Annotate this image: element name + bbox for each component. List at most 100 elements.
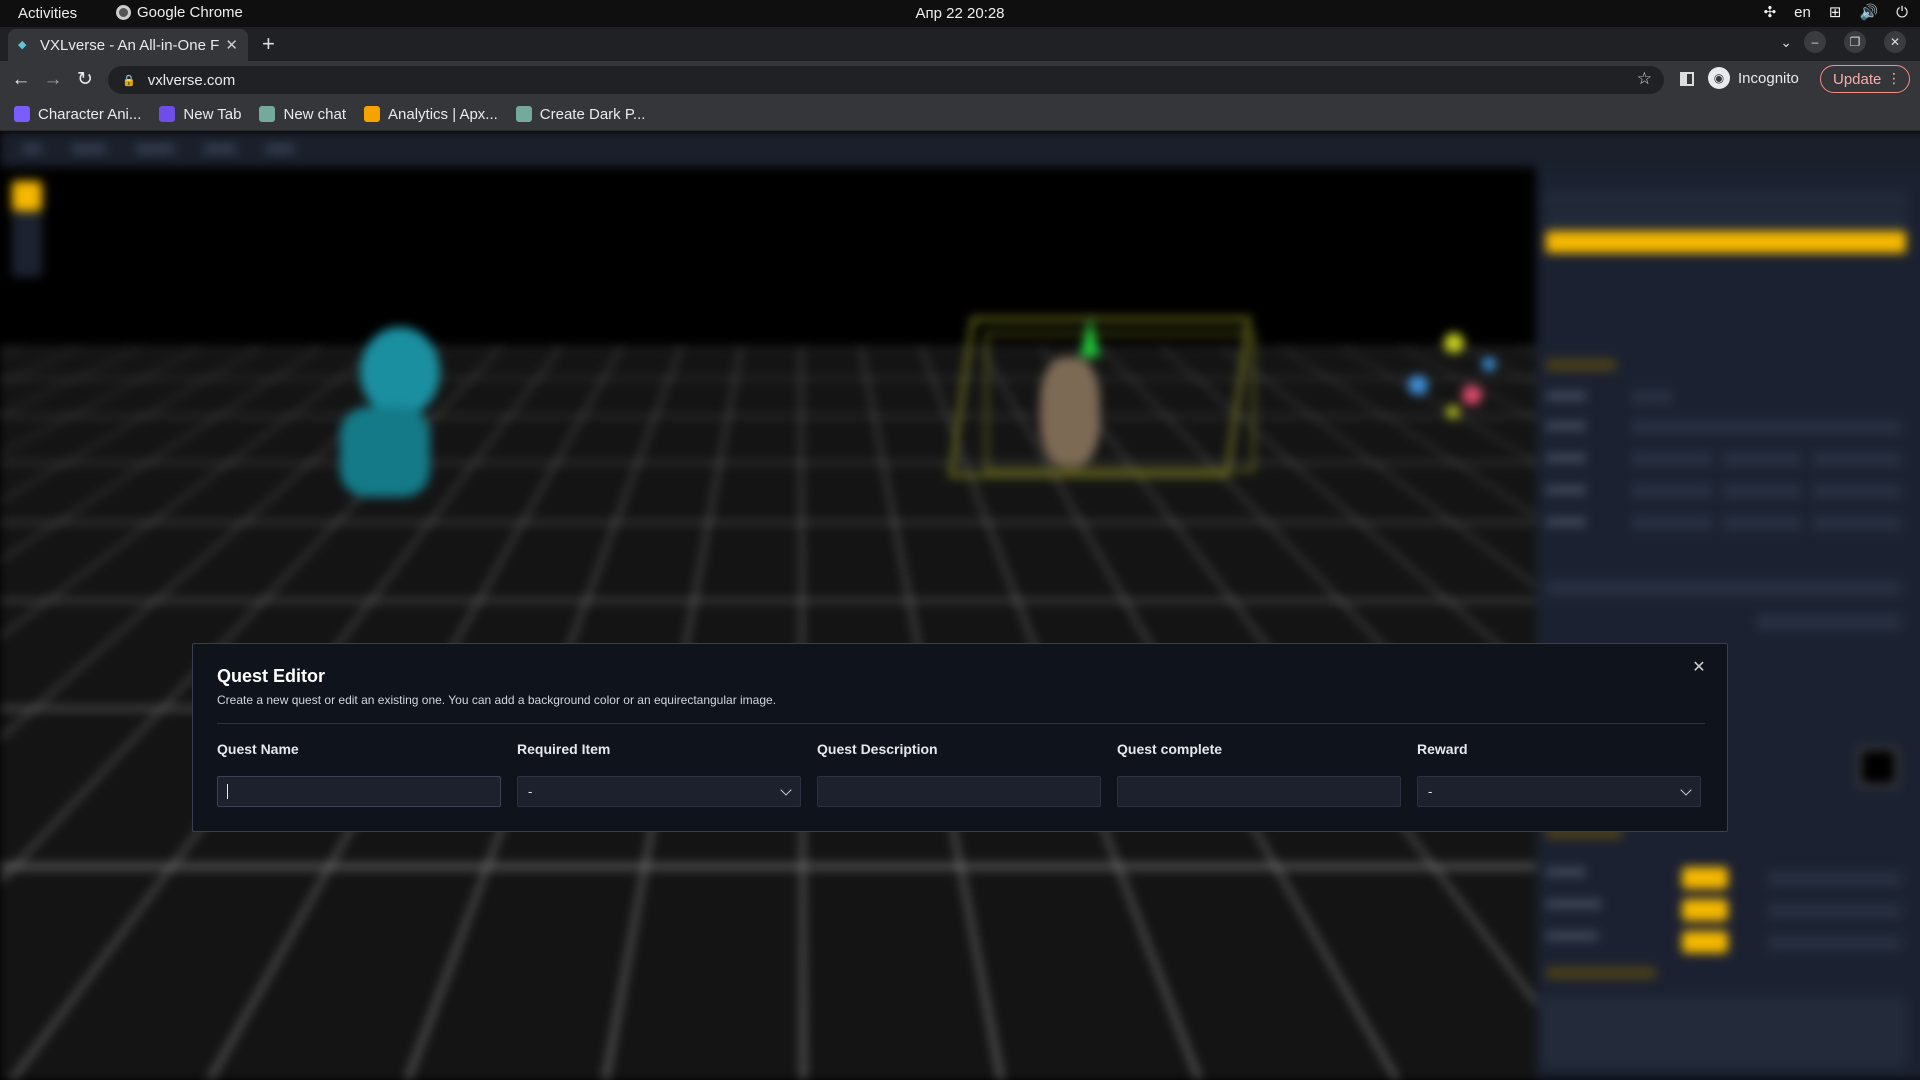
reward-select[interactable]: - (1417, 776, 1701, 807)
network-icon[interactable]: ⊞ (1829, 3, 1842, 21)
quest-description-input[interactable] (817, 776, 1101, 807)
incognito-indicator[interactable]: ◉ Incognito (1708, 67, 1799, 89)
lock-icon[interactable]: 🔒 (122, 74, 136, 87)
bookmark-label: Analytics | Apx... (388, 105, 498, 123)
reload-icon[interactable]: ↻ (72, 67, 98, 93)
dialog-divider (217, 723, 1705, 724)
selection-bounding-box-inner (985, 332, 1255, 472)
slack-icon[interactable]: ✣ (1764, 3, 1777, 21)
scene-tree-row (1546, 211, 1906, 229)
chrome-icon (116, 5, 131, 20)
quest-complete-input[interactable] (1117, 776, 1401, 807)
menu-item-placeholder (136, 145, 174, 153)
required-item-group: Required Item - (517, 741, 801, 807)
forward-arrow-icon[interactable]: → (40, 67, 66, 93)
window-controls: – ❐ ✕ (1804, 31, 1906, 53)
bookmark-favicon-icon (259, 106, 276, 122)
app-name: Google Chrome (137, 4, 243, 21)
activities-button[interactable]: Activities (18, 5, 77, 22)
menu-item-placeholder (266, 145, 294, 153)
scale-z-field (1812, 515, 1902, 531)
play-button (1682, 899, 1728, 921)
new-tab-plus-icon[interactable]: + (262, 31, 275, 57)
robot-model (360, 327, 440, 417)
quest-name-label: Quest Name (217, 741, 299, 757)
material-select (1546, 579, 1902, 597)
bookmark-new-chat[interactable]: New chat (259, 106, 346, 123)
app-menu[interactable]: Google Chrome (116, 4, 243, 21)
window-close-icon[interactable]: ✕ (1884, 31, 1906, 53)
restore-icon[interactable]: ❐ (1844, 31, 1866, 53)
gizmo-z-icon (1462, 385, 1482, 405)
bookmark-create-dark[interactable]: Create Dark P... (515, 105, 646, 123)
text-caret (227, 784, 228, 799)
scene-tree-row (1546, 191, 1906, 209)
robot-body (340, 407, 430, 497)
bookmark-favicon-icon (364, 106, 381, 122)
chevron-down-icon (780, 784, 792, 796)
clock-container: Апр 22 20:28 (0, 5, 1920, 22)
play-button (1682, 867, 1728, 889)
update-button[interactable]: Update ⋮ (1820, 65, 1910, 93)
reward-group: Reward - (1417, 741, 1701, 807)
bookmark-star-icon[interactable]: ☆ (1637, 69, 1652, 89)
minimize-icon[interactable]: – (1804, 31, 1826, 53)
direction-cone-icon (1080, 317, 1100, 357)
field-label (1546, 391, 1586, 401)
scene-tree-row-selected (1546, 231, 1906, 253)
browser-tab-active[interactable]: ◆ VXLverse - An All-in-One F ✕ (8, 29, 248, 61)
quest-complete-label: Quest complete (1117, 741, 1223, 757)
quest-name-group: Quest Name (217, 741, 501, 807)
bookmark-label: Create Dark P... (539, 105, 646, 123)
side-panel-icon[interactable] (1680, 72, 1694, 86)
reward-value: - (1428, 784, 1433, 799)
required-item-select[interactable]: - (517, 776, 801, 807)
properties-panel (1536, 167, 1920, 1080)
bookmark-favicon-icon (14, 106, 30, 122)
incognito-label: Incognito (1738, 69, 1799, 87)
position-x-field (1632, 451, 1712, 467)
required-item-label: Required Item (517, 741, 611, 757)
quest-description-label: Quest Description (817, 741, 938, 757)
bookmark-character-animation[interactable]: Character Ani... (14, 106, 141, 123)
animation-select (1768, 935, 1902, 951)
system-tray[interactable]: ✣ en ⊞ 🔊 ⏻ (1764, 3, 1908, 22)
power-icon[interactable]: ⏻ (1896, 4, 1908, 21)
quest-name-input[interactable] (217, 776, 501, 807)
close-icon[interactable]: ✕ (1691, 660, 1707, 676)
clock[interactable]: Апр 22 20:28 (915, 5, 1004, 22)
gizmo-x-neg-icon (1482, 357, 1496, 371)
gizmo-y-icon (1444, 333, 1464, 353)
volume-icon[interactable]: 🔊 (1859, 3, 1878, 21)
tab-search-chevron-icon[interactable]: ⌄ (1780, 34, 1792, 51)
bookmark-analytics[interactable]: Analytics | Apx... (364, 106, 498, 123)
rotation-y-field (1722, 483, 1802, 499)
address-bar[interactable]: 🔒 vxlverse.com ☆ (108, 66, 1664, 94)
play-button (1682, 931, 1728, 953)
scale-y-field (1722, 515, 1802, 531)
back-arrow-icon[interactable]: ← (8, 67, 34, 93)
animation-label (1546, 899, 1602, 909)
bookmark-new-tab[interactable]: New Tab (159, 106, 241, 123)
required-item-value: - (528, 784, 533, 799)
language-indicator[interactable]: en (1794, 4, 1811, 21)
quest-complete-group: Quest complete (1117, 741, 1401, 807)
vxlverse-favicon-icon: ◆ (18, 39, 27, 51)
field-label (1546, 485, 1586, 495)
close-tab-icon[interactable]: ✕ (225, 36, 238, 54)
grid-floor (0, 167, 1536, 347)
system-top-bar: Activities Google Chrome Апр 22 20:28 ✣ … (0, 0, 1920, 27)
bookmark-label: New chat (283, 105, 347, 123)
kebab-menu-icon[interactable]: ⋮ (1887, 70, 1901, 87)
type-field (1632, 389, 1672, 405)
animation-label (1546, 931, 1598, 941)
quest-editor-dialog: Quest Editor Create a new quest or edit … (192, 643, 1728, 832)
rotation-z-field (1812, 483, 1902, 499)
update-label: Update (1833, 70, 1882, 88)
character-model (1040, 357, 1100, 467)
menu-item-placeholder (204, 145, 236, 153)
animation-select (1768, 871, 1902, 887)
url-text[interactable]: vxlverse.com (148, 72, 236, 89)
menu-item-placeholder (72, 145, 106, 153)
field-label (1546, 453, 1586, 463)
